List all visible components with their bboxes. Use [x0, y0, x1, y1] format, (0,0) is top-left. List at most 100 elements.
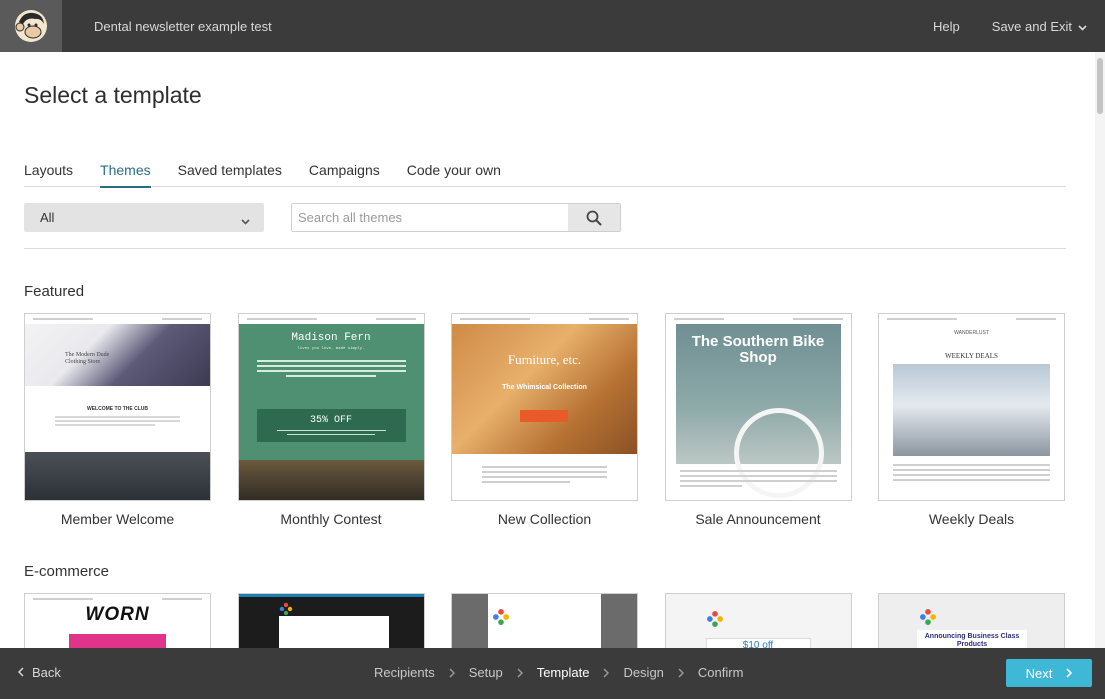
step-recipients[interactable]: Recipients [374, 665, 435, 680]
divider [24, 248, 1066, 249]
tab-campaigns[interactable]: Campaigns [309, 158, 380, 187]
thumb-preheader [246, 318, 416, 320]
help-link[interactable]: Help [933, 19, 960, 34]
chimp-logo-icon [15, 10, 47, 42]
template-name: Member Welcome [60, 511, 175, 527]
thumb-subtitle: The Whimsical Collection [502, 384, 587, 391]
template-name: Weekly Deals [928, 511, 1015, 527]
template-card-member-welcome[interactable]: The Modern Dude Clothing Store WELCOME T… [24, 313, 211, 527]
template-tabs: Layouts Themes Saved templates Campaigns… [24, 158, 1066, 188]
template-card-ecommerce-3[interactable] [451, 593, 638, 649]
template-card-ecommerce-2[interactable] [237, 593, 425, 649]
thumb-title: WORN [85, 604, 150, 625]
thumb-hero-image [893, 364, 1050, 456]
template-thumbnail[interactable]: Furniture, etc. The Whimsical Collection [451, 313, 638, 501]
thumb-footer-image [238, 460, 424, 500]
template-card-ecommerce-5[interactable]: Announcing Business Class Products [878, 593, 1065, 649]
template-card-ecommerce-1[interactable]: WORN [24, 593, 211, 649]
category-filter-value: All [40, 210, 55, 225]
search-icon [586, 210, 602, 225]
tab-code-your-own[interactable]: Code your own [407, 158, 501, 187]
thumb-title: Announcing Business Class Products [924, 633, 1020, 648]
bottom-bar: Back Recipients Setup Template Design Co… [0, 648, 1105, 699]
thumb-preheader [673, 318, 843, 320]
flower-logo-icon [706, 611, 723, 627]
template-thumbnail[interactable]: Announcing Business Class Products [878, 593, 1065, 649]
next-button[interactable]: Next [1006, 659, 1092, 687]
section-title-ecommerce: E-commerce [24, 563, 110, 580]
campaign-name: Dental newsletter example test [94, 18, 272, 34]
thumb-subtitle: lives you love, made simply. [297, 347, 365, 351]
template-thumbnail[interactable]: The Modern Dude Clothing Store WELCOME T… [24, 313, 211, 501]
thumb-preheader [33, 598, 202, 600]
tab-themes[interactable]: Themes [100, 158, 151, 188]
thumb-title: Furniture, etc. [507, 352, 582, 367]
page-title: Select a template [24, 82, 202, 108]
step-setup[interactable]: Setup [469, 665, 503, 680]
thumb-footer-image [25, 452, 210, 500]
thumb-body-text [55, 416, 180, 428]
thumb-offer-subtext [276, 430, 386, 438]
flower-logo-icon [279, 602, 292, 616]
category-filter-select[interactable]: All [24, 203, 264, 232]
thumb-hero-image [25, 324, 210, 386]
chevron-down-icon [241, 213, 250, 228]
thumb-body-text [482, 466, 607, 486]
scrollbar-thumb[interactable] [1097, 58, 1103, 114]
search-input[interactable] [292, 204, 568, 231]
featured-templates: The Modern Dude Clothing Store WELCOME T… [24, 313, 1069, 527]
template-name: New Collection [497, 511, 592, 527]
thumb-body-text [679, 470, 837, 490]
template-card-ecommerce-4[interactable]: $10 off [664, 593, 852, 649]
chevron-down-icon [1078, 19, 1087, 34]
top-bar: Dental newsletter example test Help Save… [0, 0, 1105, 52]
thumb-title: The Southern Bike Shop [691, 333, 825, 366]
chevron-right-icon [449, 667, 455, 678]
step-design[interactable]: Design [623, 665, 663, 680]
template-thumbnail[interactable]: The Southern Bike Shop [664, 313, 852, 501]
logo[interactable] [0, 0, 62, 52]
template-thumbnail[interactable]: WANDERLUST WEEKLY DEALS [878, 313, 1065, 501]
thumb-preheader [460, 318, 629, 320]
thumb-heading: WEEKLY DEALS [945, 352, 998, 360]
thumb-hero-background [238, 324, 424, 464]
template-name: Sale Announcement [695, 511, 821, 527]
thumb-accent-bar [238, 594, 424, 597]
template-card-monthly-contest[interactable]: Madison Fern lives you love, made simply… [237, 313, 425, 527]
search-box [291, 203, 621, 232]
thumb-title: The Modern Dude Clothing Store [65, 352, 110, 365]
template-thumbnail[interactable]: Madison Fern lives you love, made simply… [237, 313, 425, 501]
tab-saved-templates[interactable]: Saved templates [178, 158, 282, 187]
thumb-body-text [256, 360, 406, 380]
tab-layouts[interactable]: Layouts [24, 158, 73, 187]
template-card-weekly-deals[interactable]: WANDERLUST WEEKLY DEALS Weekly Deals [878, 313, 1065, 527]
chevron-right-icon [517, 667, 523, 678]
thumb-title: Madison Fern [291, 332, 371, 344]
template-name: Monthly Contest [280, 511, 382, 527]
template-thumbnail[interactable]: WORN [24, 593, 211, 649]
save-and-exit-button[interactable]: Save and Exit [992, 19, 1087, 34]
template-thumbnail[interactable]: $10 off [664, 593, 852, 649]
search-button[interactable] [568, 204, 620, 231]
save-and-exit-label: Save and Exit [991, 18, 1072, 34]
template-thumbnail[interactable] [237, 593, 425, 649]
thumb-preheader [33, 318, 202, 320]
template-card-sale-announcement[interactable]: The Southern Bike Shop Sale Announcement [664, 313, 852, 527]
back-label: Back [32, 665, 61, 680]
template-thumbnail[interactable] [451, 593, 638, 649]
template-card-new-collection[interactable]: Furniture, etc. The Whimsical Collection… [451, 313, 638, 527]
thumb-offer: 35% OFF [309, 415, 352, 426]
thumb-heading: WELCOME TO THE CLUB [86, 406, 148, 412]
page-scrollbar[interactable] [1095, 52, 1105, 648]
thumb-preheader [887, 318, 1056, 320]
thumb-content-card [278, 616, 389, 648]
progress-steps: Recipients Setup Template Design Confirm [374, 665, 743, 680]
thumb-brand: WANDERLUST [954, 330, 989, 336]
thumb-hero-image: The Southern Bike Shop [675, 324, 841, 498]
step-template[interactable]: Template [537, 665, 590, 680]
step-confirm[interactable]: Confirm [698, 665, 744, 680]
flower-logo-icon [493, 609, 509, 625]
thumb-offer-box: 35% OFF [256, 409, 406, 442]
thumb-hero-image [69, 634, 166, 648]
back-button[interactable]: Back [17, 665, 61, 680]
